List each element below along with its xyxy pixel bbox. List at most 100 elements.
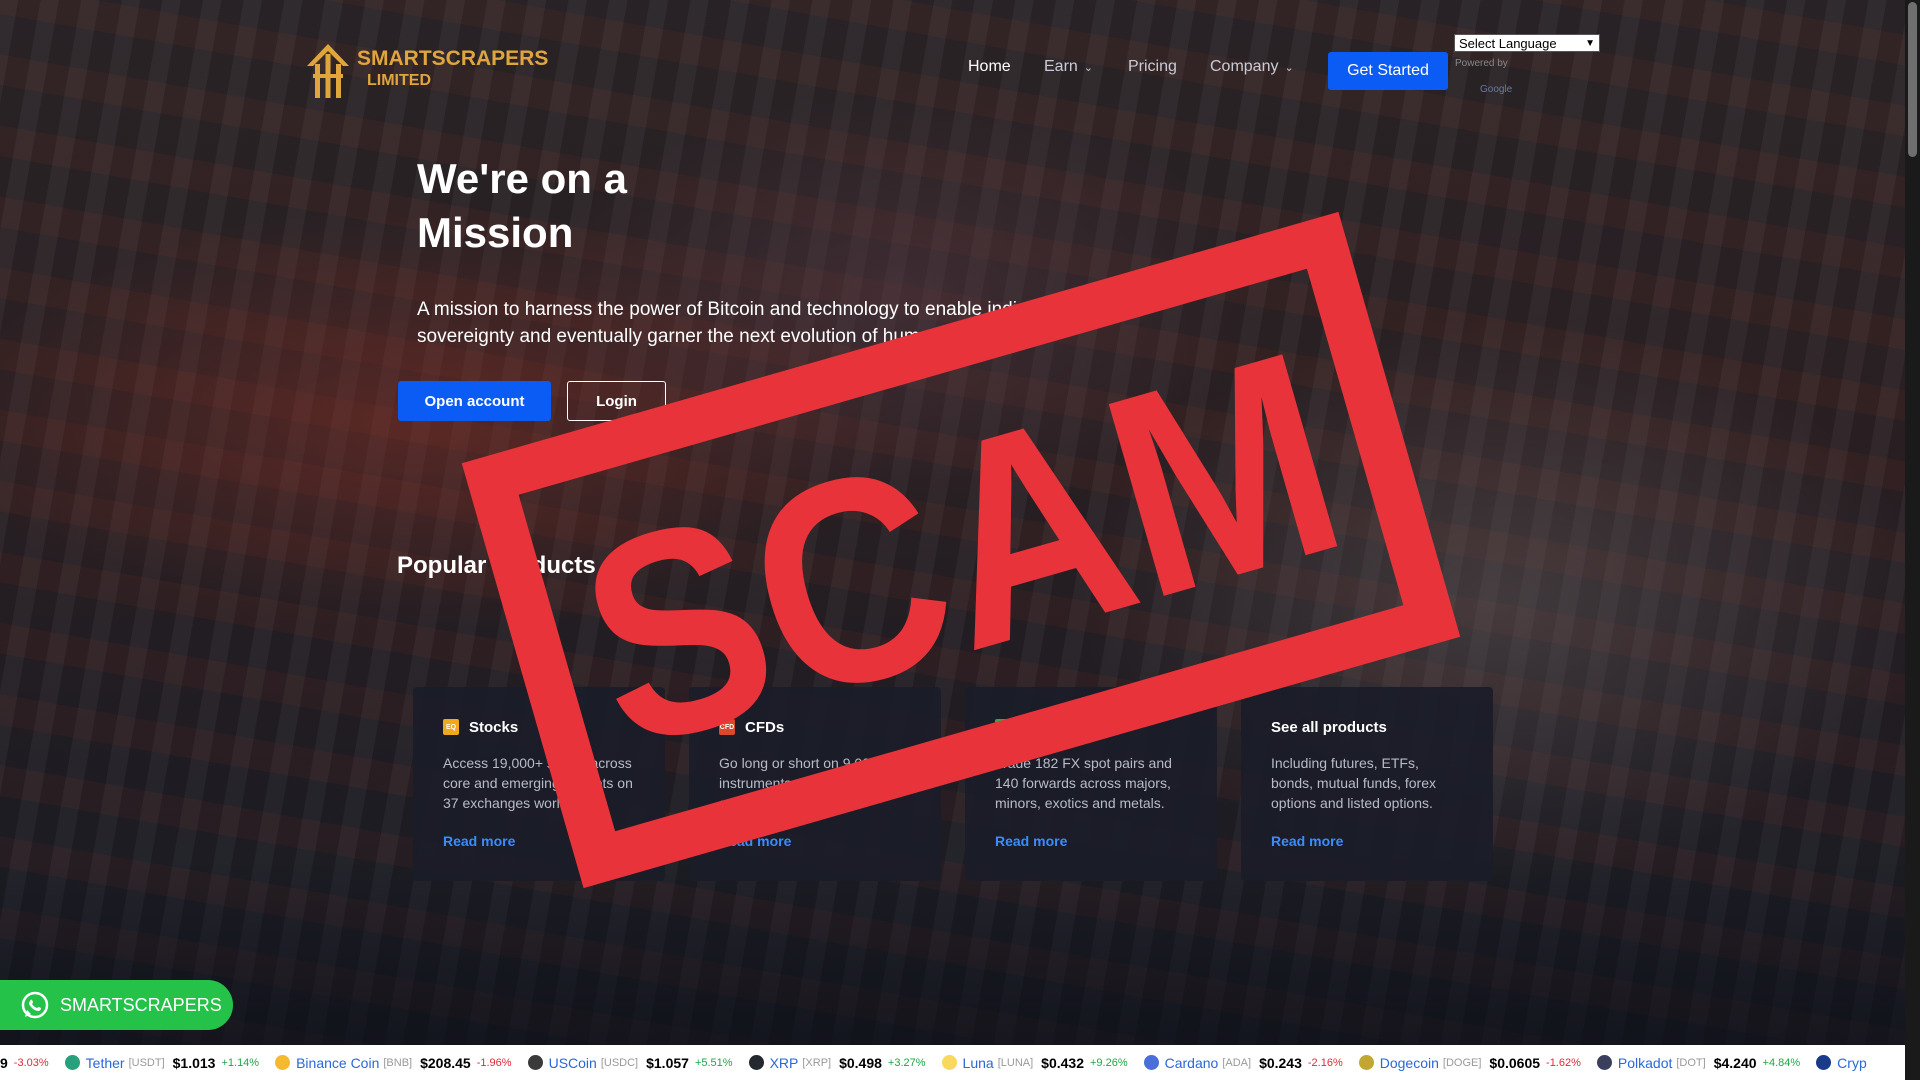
chevron-down-icon: ▼: [1585, 37, 1595, 49]
coin-name: Cryp: [1837, 1054, 1867, 1071]
card-description: Trade 182 FX spot pairs and 140 forwards…: [995, 755, 1172, 811]
read-more-link[interactable]: Read more: [1271, 833, 1343, 849]
coin-name: Binance Coin: [296, 1054, 380, 1071]
coin-symbol: [ADA]: [1222, 1056, 1252, 1069]
coin-icon: [527, 1055, 543, 1070]
coin-change: -2.16%: [1307, 1056, 1343, 1069]
coin-change: +3.27%: [887, 1056, 926, 1069]
card-header: See all products: [1271, 717, 1463, 737]
language-select[interactable]: Select Language ▼: [1454, 34, 1600, 52]
coin-price: $1.013: [172, 1054, 216, 1071]
coin-change: -3.03%: [13, 1056, 49, 1069]
read-more-link[interactable]: Read more: [719, 833, 791, 849]
cfd-icon: CFD: [719, 719, 735, 735]
login-button[interactable]: Login: [567, 381, 666, 421]
product-card-cfds: CFD CFDs Go long or short on 9,000+ inst…: [689, 687, 941, 881]
coin-name: Cardano: [1164, 1054, 1219, 1071]
coin-icon: [941, 1055, 957, 1070]
crypto-price-ticker: 9 -3.03% Tether [USDT] $1.013 +1.14% Binance C…: [0, 1045, 1905, 1080]
coin-change: +4.84%: [1762, 1056, 1801, 1069]
coin-icon: [748, 1055, 764, 1070]
card-header: FX Forex: [995, 717, 1187, 737]
coin-icon: [1358, 1055, 1374, 1070]
coin-price: $4.240: [1713, 1054, 1757, 1071]
google-translate-logo[interactable]: Google: [1480, 84, 1512, 95]
coin-symbol: [DOT]: [1676, 1056, 1706, 1069]
coin-price: $0.243: [1259, 1054, 1302, 1071]
get-started-button[interactable]: Get Started: [1328, 52, 1448, 90]
coin-icon: [64, 1055, 80, 1070]
nav-earn[interactable]: Earn ⌄: [1044, 58, 1093, 76]
coin-icon: [1816, 1055, 1832, 1070]
ticker-item[interactable]: Tether [USDT] $1.013 +1.14%: [64, 1054, 260, 1071]
whatsapp-icon: [21, 991, 49, 1019]
product-card-stocks: EQ Stocks Access 19,000+ stocks across c…: [413, 687, 665, 881]
page-scrollbar[interactable]: [1905, 0, 1920, 1080]
card-description: Including futures, ETFs, bonds, mutual f…: [1271, 755, 1436, 811]
coin-symbol: [XRP]: [802, 1056, 832, 1069]
ticker-item[interactable]: Binance Coin [BNB] $208.45 -1.96%: [275, 1054, 512, 1071]
open-account-button[interactable]: Open account: [398, 381, 551, 421]
card-header: EQ Stocks: [443, 717, 635, 737]
hero-title: We're on a Mission: [417, 155, 627, 256]
card-title: CFDs: [745, 718, 785, 736]
read-more-link[interactable]: Read more: [443, 833, 515, 849]
coin-price: $208.45: [420, 1054, 471, 1071]
scrollbar-thumb[interactable]: [1908, 2, 1917, 157]
nav-company[interactable]: Company ⌄: [1210, 58, 1294, 76]
coin-icon: [275, 1055, 291, 1070]
whatsapp-label: SMARTSCRAPERS: [60, 994, 222, 1015]
brand-logo[interactable]: SMARTSCRAPERS LIMITED: [305, 40, 565, 100]
nav-earn-label: Earn: [1044, 58, 1078, 75]
coin-symbol: [BNB]: [383, 1056, 413, 1069]
coin-price: 9: [0, 1054, 8, 1071]
chevron-down-icon: ⌄: [1083, 62, 1094, 74]
ticker-item[interactable]: Luna [LUNA] $0.432 +9.26%: [941, 1054, 1128, 1071]
read-more-link[interactable]: Read more: [995, 833, 1067, 849]
coin-change: +9.26%: [1090, 1056, 1128, 1069]
ticker-item[interactable]: Cardano [ADA] $0.243 -2.16%: [1143, 1054, 1343, 1071]
powered-by-text: Powered by: [1455, 58, 1508, 69]
ticker-item[interactable]: Polkadot [DOT] $4.240 +4.84%: [1596, 1054, 1801, 1071]
nav-company-label: Company: [1210, 58, 1279, 75]
coin-name: Dogecoin: [1379, 1054, 1439, 1071]
nav-pricing[interactable]: Pricing: [1128, 58, 1177, 76]
coin-symbol: [LUNA]: [997, 1056, 1034, 1069]
coin-price: $1.057: [646, 1054, 689, 1071]
card-description: Go long or short on 9,000+ instruments w…: [719, 755, 905, 811]
coin-price: $0.432: [1041, 1054, 1084, 1071]
coin-price: $0.498: [839, 1054, 882, 1071]
ticker-item[interactable]: XRP [XRP] $0.498 +3.27%: [748, 1054, 926, 1071]
chevron-down-icon: ⌄: [1284, 62, 1294, 74]
forex-icon: FX: [995, 719, 1011, 735]
product-card-all: See all products Including futures, ETFs…: [1241, 687, 1493, 881]
brand-line1: SMARTSCRAPERS: [357, 47, 549, 70]
coin-name: USCoin: [548, 1054, 597, 1071]
card-header: CFD CFDs: [719, 717, 911, 737]
logo-mark-icon: [307, 44, 349, 98]
coin-symbol: [DOGE]: [1442, 1056, 1482, 1069]
coin-change: -1.62%: [1546, 1056, 1581, 1069]
coin-symbol: [USDC]: [600, 1056, 639, 1069]
coin-name: XRP: [769, 1054, 799, 1071]
coin-icon: [1143, 1055, 1159, 1070]
card-title: Stocks: [469, 718, 519, 736]
coin-name: Luna: [962, 1054, 994, 1071]
ticker-item[interactable]: Cryp: [1816, 1055, 1871, 1071]
whatsapp-chat-button[interactable]: SMARTSCRAPERS: [0, 980, 233, 1030]
coin-price: $0.0605: [1489, 1054, 1541, 1071]
nav-home[interactable]: Home: [968, 58, 1011, 76]
hero-subtitle: A mission to harness the power of Bitcoi…: [417, 299, 1067, 347]
card-title: See all products: [1271, 718, 1387, 736]
ticker-item[interactable]: Dogecoin [DOGE] $0.0605 -1.62%: [1358, 1054, 1581, 1071]
brand-name: SMARTSCRAPERS LIMITED: [357, 48, 548, 92]
ticker-item[interactable]: 9 -3.03%: [0, 1055, 49, 1071]
product-card-forex: FX Forex Trade 182 FX spot pairs and 140…: [965, 687, 1217, 881]
coin-name: Polkadot: [1617, 1054, 1673, 1071]
coin-change: +5.51%: [694, 1056, 733, 1069]
coin-change: +1.14%: [221, 1056, 260, 1069]
ticker-item[interactable]: USCoin [USDC] $1.057 +5.51%: [527, 1054, 733, 1071]
stocks-icon: EQ: [443, 719, 459, 735]
language-select-label: Select Language: [1459, 35, 1557, 51]
coin-name: Tether: [85, 1054, 125, 1071]
